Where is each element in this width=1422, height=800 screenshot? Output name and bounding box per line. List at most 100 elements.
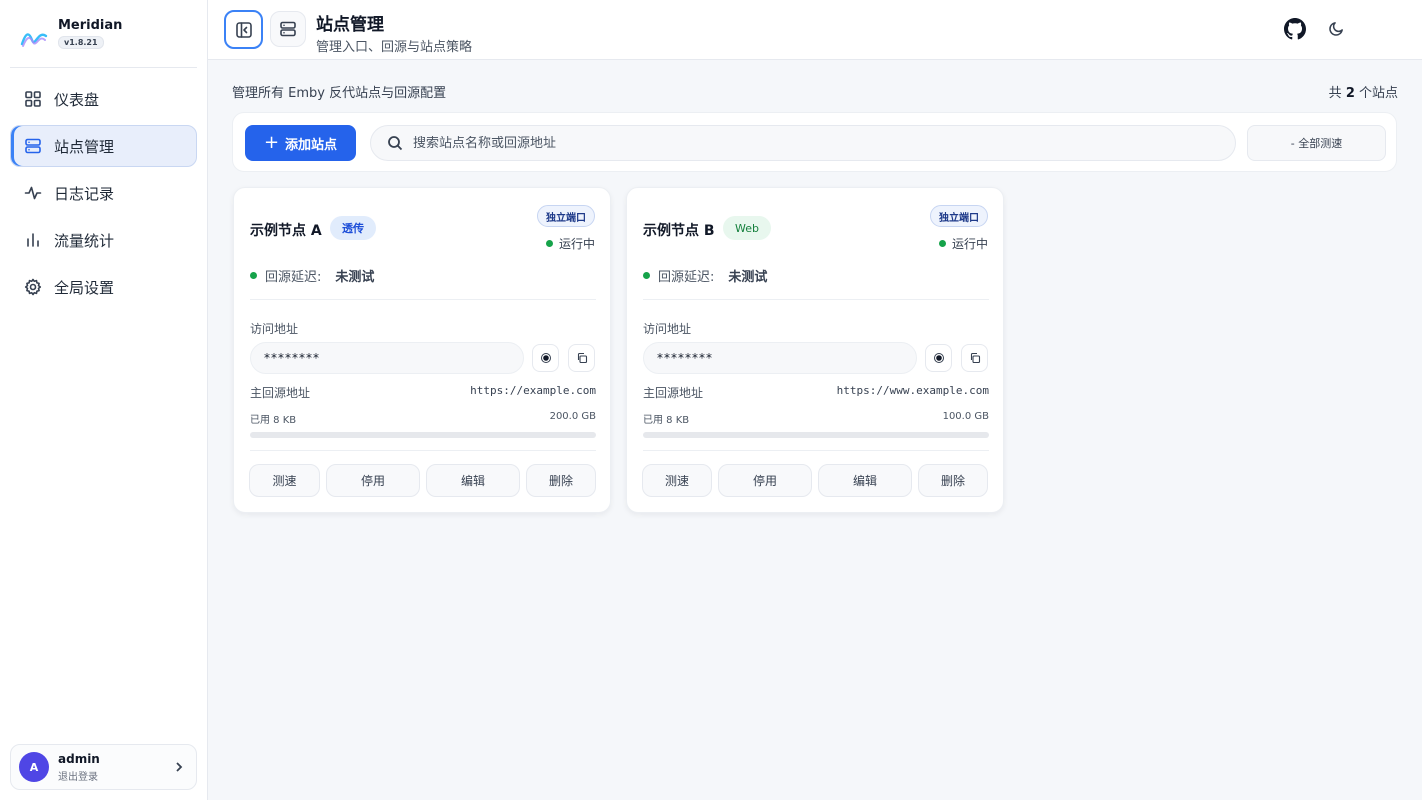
site-name: 示例节点 B (643, 223, 715, 239)
app-name: Meridian (58, 18, 123, 33)
reveal-button[interactable] (925, 344, 952, 372)
disable-button[interactable]: 停用 (718, 464, 812, 497)
usage-bar (250, 432, 596, 438)
used-value: 已用 8 KB (643, 415, 690, 426)
github-icon[interactable] (1284, 18, 1306, 40)
latency-value: 未测试 (335, 270, 375, 285)
brand-divider (10, 67, 197, 68)
divider (643, 299, 989, 300)
latency-row: 回源延迟: 未测试 (643, 266, 767, 285)
sidebar-collapse-icon (235, 21, 252, 38)
usage-row: 已用 8 KB 200.0 GB (250, 411, 596, 426)
sidebar-item-settings[interactable]: 全局设置 (10, 266, 197, 308)
sidebar-item-label: 全局设置 (54, 278, 115, 297)
copy-button[interactable] (568, 344, 595, 372)
usage-bar (643, 432, 989, 438)
collapse-sidebar-button[interactable] (224, 10, 263, 49)
test-all-button[interactable]: - 全部测速 (1247, 125, 1386, 161)
user-name: admin (58, 751, 100, 766)
sidebar-item-sites[interactable]: 站点管理 (10, 125, 197, 167)
page-description: 管理所有 Emby 反代站点与回源配置 (232, 86, 447, 101)
latency-row: 回源延迟: 未测试 (250, 266, 374, 285)
origin-row: 主回源地址 https://www.example.com (643, 384, 989, 400)
sidebar-item-logs[interactable]: 日志记录 (10, 172, 197, 214)
run-status: 运行中 (938, 235, 988, 252)
section-icon-button (270, 11, 306, 47)
latency-value: 未测试 (728, 270, 768, 285)
sidebar-item-label: 日志记录 (54, 184, 115, 203)
quota-value: 100.0 GB (942, 411, 989, 422)
edit-button[interactable]: 编辑 (426, 464, 520, 497)
sidebar-nav: 仪表盘 站点管理 日志记录 流量统计 全局设置 (10, 78, 197, 313)
site-card: 示例节点 B Web 独立端口 运行中 回源延迟: 未测试 访问地址 ******… (626, 187, 1004, 513)
sidebar-item-label: 站点管理 (54, 137, 115, 156)
sidebar: Meridian v1.8.21 仪表盘 站点管理 日志记录 流量统计 全局设置… (0, 0, 208, 800)
access-address-field[interactable]: ******** (250, 342, 524, 374)
origin-url: https://www.example.com (836, 384, 989, 397)
add-site-label: 添加站点 (285, 137, 338, 153)
site-card: 示例节点 A 透传 独立端口 运行中 回源延迟: 未测试 访问地址 *******… (233, 187, 611, 513)
status-dot-icon (250, 272, 257, 279)
run-status: 运行中 (545, 235, 595, 252)
divider (643, 450, 989, 451)
bar-chart-icon (27, 233, 39, 247)
search-icon (388, 136, 403, 151)
used-value: 已用 8 KB (250, 415, 297, 426)
page-subtitle: 管理入口、回源与站点策略 (316, 40, 473, 55)
site-name: 示例节点 A (250, 223, 322, 239)
access-label: 访问地址 (250, 322, 299, 336)
status-dot-icon (545, 240, 553, 247)
sidebar-item-dashboard[interactable]: 仪表盘 (10, 78, 197, 120)
logout-link[interactable]: 退出登录 (58, 768, 163, 783)
reveal-button[interactable] (532, 344, 559, 372)
grid-icon (25, 91, 41, 107)
top-header: 站点管理 管理入口、回源与站点策略 (208, 0, 1422, 60)
version-badge: v1.8.21 (58, 36, 104, 49)
gear-icon (24, 278, 42, 296)
status-dot-icon (938, 240, 946, 247)
search-input[interactable] (413, 135, 1193, 151)
sidebar-item-traffic[interactable]: 流量统计 (10, 219, 197, 261)
site-count: 共 2 个站点 (1328, 86, 1398, 101)
access-label: 访问地址 (643, 322, 692, 336)
delete-button[interactable]: 删除 (526, 464, 596, 497)
card-actions: 测速 停用 编辑 删除 (642, 464, 989, 497)
copy-icon (577, 352, 587, 364)
port-badge: 独立端口 (537, 205, 595, 227)
avatar: A (19, 752, 49, 782)
origin-url: https://example.com (470, 384, 596, 397)
user-menu[interactable]: A admin 退出登录 (10, 744, 197, 790)
card-actions: 测速 停用 编辑 删除 (249, 464, 596, 497)
copy-button[interactable] (961, 344, 988, 372)
quota-value: 200.0 GB (549, 411, 596, 422)
eye-dot-icon (540, 353, 551, 363)
delete-button[interactable]: 删除 (918, 464, 988, 497)
site-count-value: 2 (1345, 86, 1355, 101)
page-title: 站点管理 (316, 15, 384, 35)
sidebar-item-label: 仪表盘 (54, 90, 100, 109)
meridian-logo-icon (20, 33, 48, 47)
mode-badge: Web (723, 216, 771, 240)
status-dot-icon (643, 272, 650, 279)
brand[interactable]: Meridian v1.8.21 (20, 18, 122, 58)
eye-dot-icon (933, 353, 944, 363)
activity-icon (24, 186, 42, 200)
speed-test-button[interactable]: 测速 (249, 464, 320, 497)
moon-icon[interactable] (1328, 20, 1345, 37)
edit-button[interactable]: 编辑 (818, 464, 912, 497)
usage-row: 已用 8 KB 100.0 GB (643, 411, 989, 426)
divider (250, 299, 596, 300)
search-box (370, 125, 1236, 161)
sidebar-item-label: 流量统计 (54, 231, 115, 250)
copy-icon (970, 352, 980, 364)
divider (250, 450, 596, 451)
port-badge: 独立端口 (930, 205, 988, 227)
speed-test-button[interactable]: 测速 (642, 464, 712, 497)
origin-row: 主回源地址 https://example.com (250, 384, 596, 400)
disable-button[interactable]: 停用 (326, 464, 420, 497)
add-site-button[interactable]: + 添加站点 (245, 125, 356, 161)
chevron-right-icon (176, 762, 183, 772)
mode-badge: 透传 (330, 216, 376, 240)
access-address-field[interactable]: ******** (643, 342, 917, 374)
toolbar: + 添加站点 - 全部测速 (232, 112, 1397, 172)
